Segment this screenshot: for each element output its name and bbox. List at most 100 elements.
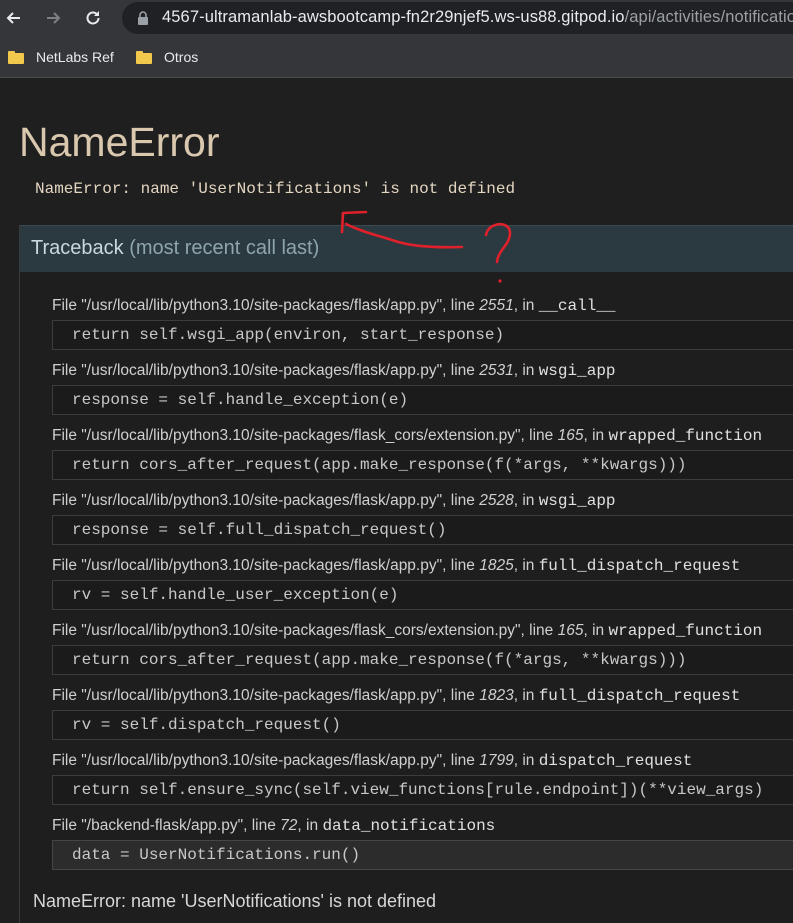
page-title: NameError: [19, 119, 220, 165]
frame-code-line[interactable]: rv = self.handle_user_exception(e): [52, 580, 793, 610]
frame-location: File "/usr/local/lib/python3.10/site-pac…: [52, 687, 741, 705]
reload-icon[interactable]: [79, 4, 107, 32]
frame-filename: "/usr/local/lib/python3.10/site-packages…: [81, 622, 521, 639]
frame-code-line[interactable]: response = self.full_dispatch_request(): [52, 515, 793, 545]
in-label: in: [522, 687, 535, 704]
line-label: line: [529, 622, 554, 639]
error-page: NameError NameError: name 'UserNotificat…: [0, 79, 793, 923]
url-path: /api/activities/notifications: [624, 8, 793, 26]
in-label: in: [306, 817, 319, 834]
file-label: File: [52, 362, 77, 379]
frame-line-number: 2551: [479, 297, 514, 314]
frame-filename: "/usr/local/lib/python3.10/site-packages…: [81, 297, 443, 314]
bookmark-label: NetLabs Ref: [36, 49, 114, 65]
frame-code-line[interactable]: return cors_after_request(app.make_respo…: [52, 450, 793, 480]
frame-filename: "/usr/local/lib/python3.10/site-packages…: [81, 687, 443, 704]
forward-icon[interactable]: [39, 4, 67, 32]
in-label: in: [522, 557, 535, 574]
frame-line-number: 1825: [479, 557, 514, 574]
frame-filename: "/usr/local/lib/python3.10/site-packages…: [81, 557, 443, 574]
bookmark-netlabs-ref[interactable]: NetLabs Ref: [8, 47, 114, 67]
frame-filename: "/usr/local/lib/python3.10/site-packages…: [81, 362, 443, 379]
frame-function: data_notifications: [322, 817, 496, 835]
frame-location: File "/usr/local/lib/python3.10/site-pac…: [52, 427, 763, 445]
frame-function: dispatch_request: [538, 752, 693, 770]
frame-location: File "/usr/local/lib/python3.10/site-pac…: [52, 297, 616, 315]
line-label: line: [450, 752, 475, 769]
lock-icon: [138, 11, 148, 25]
line-label: line: [450, 362, 475, 379]
frame-code-line[interactable]: return cors_after_request(app.make_respo…: [52, 645, 793, 675]
frame-location: File "/usr/local/lib/python3.10/site-pac…: [52, 622, 763, 640]
line-label: line: [529, 427, 554, 444]
in-label: in: [522, 362, 535, 379]
folder-icon: [136, 50, 152, 64]
file-label: File: [52, 297, 77, 314]
frame-filename: "/usr/local/lib/python3.10/site-packages…: [81, 492, 443, 509]
frame-line-number: 1799: [479, 752, 514, 769]
frame-line-number: 165: [557, 622, 584, 639]
folder-icon: [8, 50, 24, 64]
frame-location: File "/usr/local/lib/python3.10/site-pac…: [52, 492, 616, 510]
traceback-title: Traceback: [31, 237, 124, 259]
frame-function: wsgi_app: [538, 362, 616, 380]
frame-filename: "/backend-flask/app.py": [81, 817, 244, 834]
frame-function: full_dispatch_request: [538, 687, 741, 705]
file-label: File: [52, 492, 77, 509]
frame-function: full_dispatch_request: [538, 557, 741, 575]
line-label: line: [450, 687, 475, 704]
frame-code-line[interactable]: data = UserNotifications.run(): [52, 840, 793, 870]
line-label: line: [450, 492, 475, 509]
frame-code-line[interactable]: response = self.handle_exception(e): [52, 385, 793, 415]
file-label: File: [52, 427, 77, 444]
frame-function: wsgi_app: [538, 492, 616, 510]
line-label: line: [251, 817, 276, 834]
error-message: NameError: name 'UserNotifications' is n…: [35, 180, 516, 198]
bookmark-label: Otros: [164, 49, 199, 65]
bookmark-otros[interactable]: Otros: [136, 47, 198, 67]
frame-code: return self.ensure_sync(self.view_functi…: [72, 781, 764, 799]
in-label: in: [592, 427, 605, 444]
frame-code: rv = self.handle_user_exception(e): [72, 586, 399, 604]
frame-location: File "/usr/local/lib/python3.10/site-pac…: [52, 362, 616, 380]
frame-filename: "/usr/local/lib/python3.10/site-packages…: [81, 752, 443, 769]
url-text: 4567-ultramanlab-awsbootcamp-fn2r29njef5…: [162, 8, 793, 27]
browser-toolbar: 4567-ultramanlab-awsbootcamp-fn2r29njef5…: [0, 0, 793, 36]
traceback-header[interactable]: Traceback (most recent call last): [20, 225, 793, 272]
in-label: in: [522, 752, 535, 769]
url-host: 4567-ultramanlab-awsbootcamp-fn2r29njef5…: [162, 8, 625, 26]
frame-location: File "/usr/local/lib/python3.10/site-pac…: [52, 752, 693, 770]
bookmarks-bar: NetLabs Ref Otros: [0, 36, 793, 78]
frame-code: return cors_after_request(app.make_respo…: [72, 456, 687, 474]
traceback-subtitle: (most recent call last): [129, 237, 320, 259]
frame-code-line[interactable]: rv = self.dispatch_request(): [52, 710, 793, 740]
frame-code: response = self.full_dispatch_request(): [72, 521, 447, 539]
file-label: File: [52, 687, 77, 704]
frame-code-line[interactable]: return self.ensure_sync(self.view_functi…: [52, 775, 793, 805]
file-label: File: [52, 557, 77, 574]
frame-code: return cors_after_request(app.make_respo…: [72, 651, 687, 669]
frame-code: data = UserNotifications.run(): [72, 846, 361, 864]
frame-filename: "/usr/local/lib/python3.10/site-packages…: [81, 427, 521, 444]
traceback: Traceback (most recent call last) File "…: [19, 225, 793, 923]
frame-line-number: 165: [557, 427, 584, 444]
traceback-footer-message: NameError: name 'UserNotifications' is n…: [33, 891, 437, 911]
back-icon[interactable]: [0, 4, 28, 32]
in-label: in: [592, 622, 605, 639]
in-label: in: [522, 492, 535, 509]
frame-code-line[interactable]: return self.wsgi_app(environ, start_resp…: [52, 320, 793, 350]
frame-function: wrapped_function: [608, 427, 763, 445]
frame-line-number: 1823: [479, 687, 514, 704]
in-label: in: [522, 297, 535, 314]
frame-function: wrapped_function: [608, 622, 763, 640]
address-bar[interactable]: 4567-ultramanlab-awsbootcamp-fn2r29njef5…: [122, 2, 793, 34]
file-label: File: [52, 752, 77, 769]
frame-line-number: 2528: [479, 492, 514, 509]
frame-code: rv = self.dispatch_request(): [72, 716, 341, 734]
line-label: line: [450, 557, 475, 574]
frame-code: response = self.handle_exception(e): [72, 391, 409, 409]
frame-location: File "/backend-flask/app.py", line 72, i…: [52, 817, 496, 835]
frame-function: __call__: [538, 297, 616, 315]
frame-location: File "/usr/local/lib/python3.10/site-pac…: [52, 557, 741, 575]
frame-line-number: 72: [280, 817, 298, 834]
